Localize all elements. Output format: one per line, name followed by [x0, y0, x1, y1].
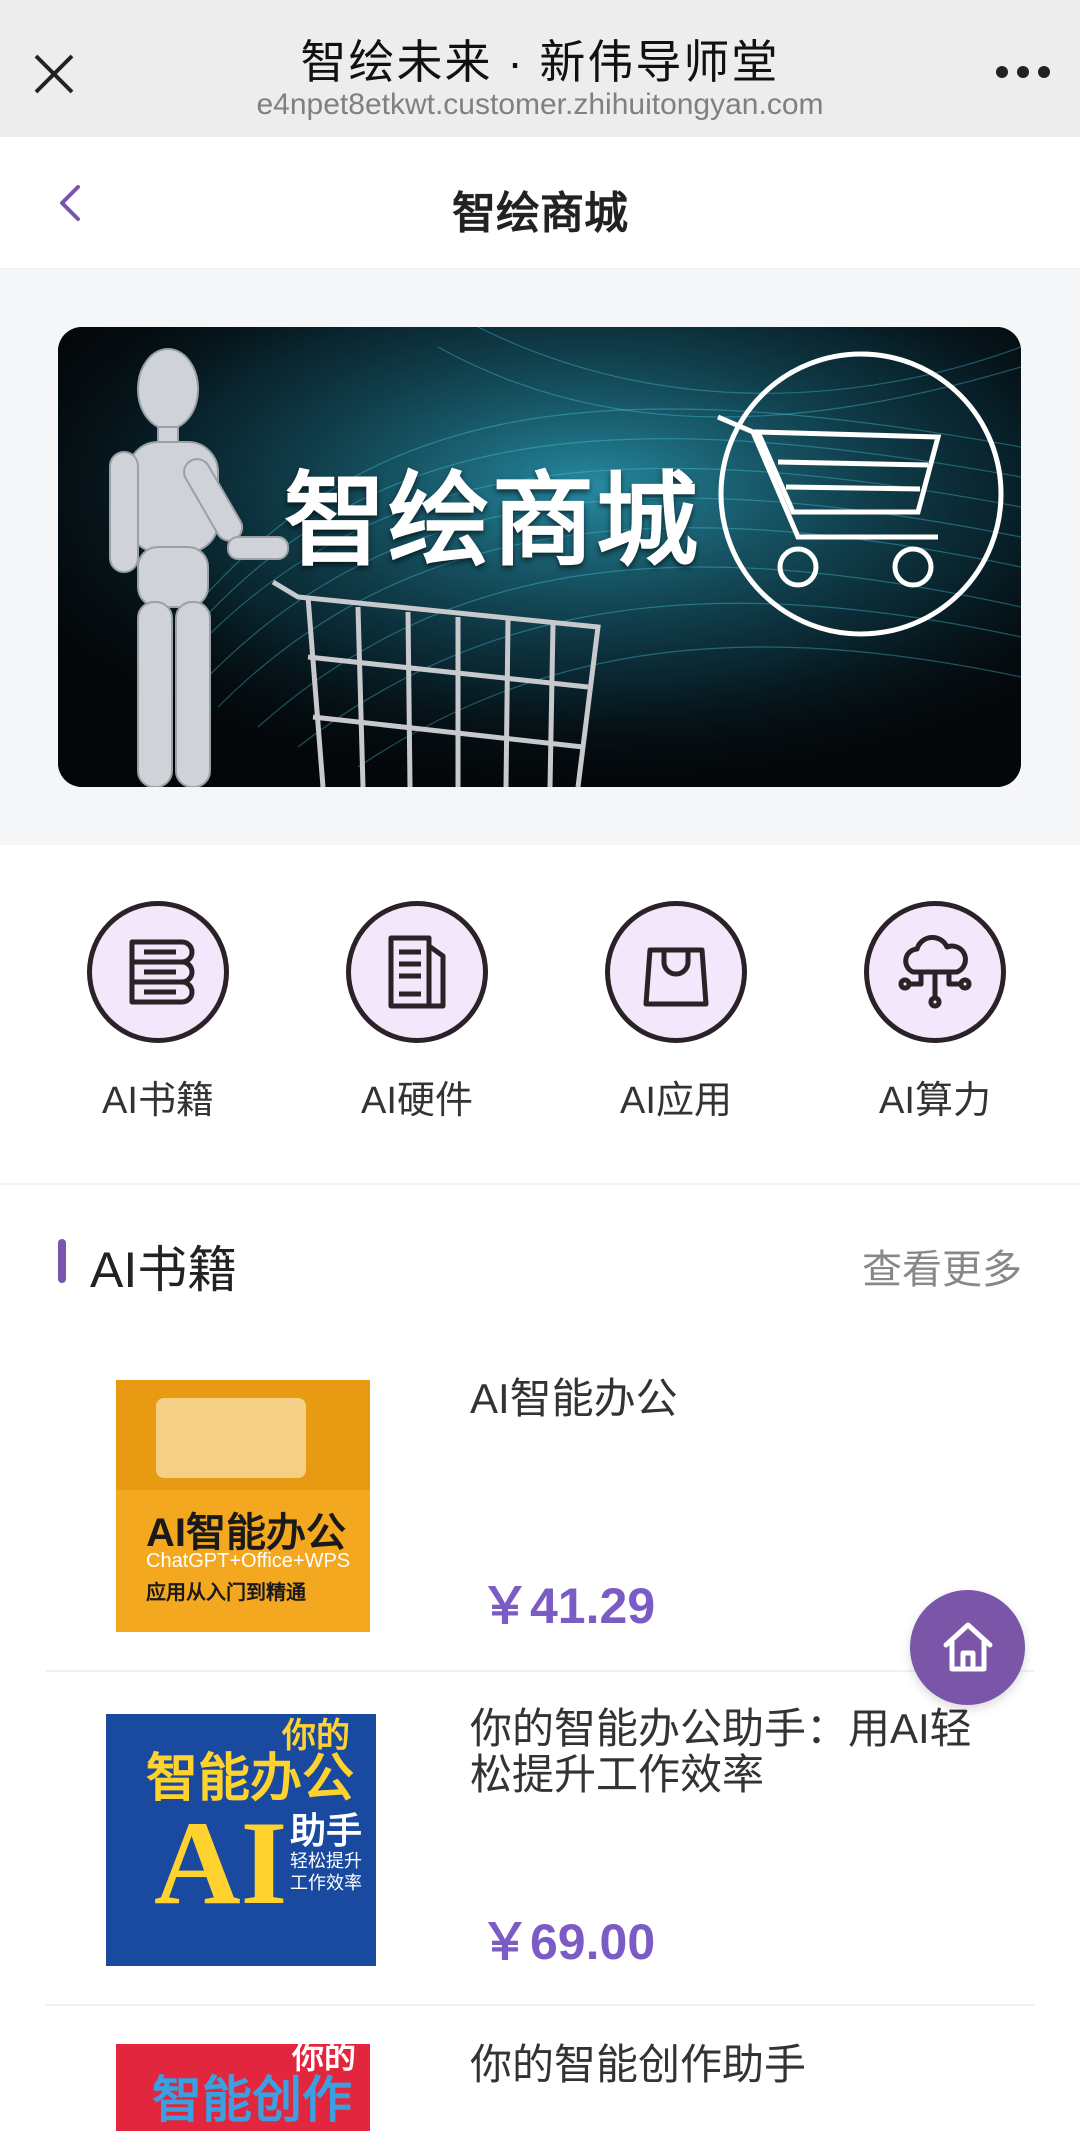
category-ai-compute[interactable]: AI算力 — [835, 901, 1035, 1124]
item-title: AI智能办公 — [470, 1375, 678, 1422]
book-cover: AI智能办公 ChatGPT+Office+WPS 应用从入门到精通 — [116, 1380, 370, 1632]
browser-top-bar: 智绘未来 · 新伟导师堂 e4npet8etkwt.customer.zhihu… — [0, 0, 1080, 137]
page-header: 智绘商城 — [0, 137, 1080, 269]
document-device-icon — [346, 901, 488, 1043]
more-icon[interactable] — [996, 66, 1050, 80]
item-price: ￥41.29 — [480, 1578, 656, 1634]
section-title: AI书籍 — [90, 1242, 238, 1298]
home-icon — [943, 1622, 993, 1672]
book-cover: 你的 智能创作 — [116, 2044, 370, 2131]
item-price: ￥69.00 — [480, 1914, 656, 1970]
category-ai-apps[interactable]: AI应用 — [576, 901, 776, 1124]
category-ai-books[interactable]: AI书籍 — [58, 901, 258, 1124]
list-item[interactable]: 你的 智能创作 你的智能创作助手 — [46, 2006, 1034, 2131]
page-title: 智绘商城 — [452, 189, 628, 238]
category-label: AI应用 — [620, 1080, 732, 1122]
item-title: 你的智能办公助手：用AI轻松提升工作效率 — [470, 1705, 972, 1798]
category-row: AI书籍 AI硬件 AI应用 AI算力 — [0, 845, 1080, 1185]
cloud-network-icon — [864, 901, 1006, 1043]
cover-side: 助手 — [290, 1810, 363, 1851]
cover-line: 轻松提升工作效率 — [290, 1851, 362, 1893]
list-item[interactable]: AI智能办公 ChatGPT+Office+WPS 应用从入门到精通 AI智能办… — [46, 1360, 1034, 1672]
banner-title: 智绘商城 — [284, 462, 700, 581]
cover-line: 应用从入门到精通 — [146, 1582, 306, 1604]
view-more-link[interactable]: 查看更多 — [862, 1237, 1022, 1295]
cover-subtitle: ChatGPT+Office+WPS — [146, 1550, 351, 1572]
section-accent-bar — [58, 1239, 66, 1283]
book-cover: 你的 智能办公 AI 助手 轻松提升工作效率 — [106, 1714, 376, 1966]
window-title: 智绘未来 · 新伟导师堂 — [300, 36, 780, 88]
category-label: AI书籍 — [102, 1080, 214, 1122]
category-ai-hardware[interactable]: AI硬件 — [317, 901, 517, 1124]
category-label: AI硬件 — [361, 1080, 473, 1122]
list-item[interactable]: 你的 智能办公 AI 助手 轻松提升工作效率 你的智能办公助手：用AI轻松提升工… — [46, 1672, 1034, 2006]
page-url: e4npet8etkwt.customer.zhihuitongyan.com — [256, 88, 824, 121]
cover-title: 智能创作 — [152, 2072, 352, 2128]
books-icon — [87, 901, 229, 1043]
category-label: AI算力 — [879, 1080, 991, 1122]
banner[interactable]: 智绘商城 — [58, 327, 1021, 787]
item-title: 你的智能创作助手 — [470, 2041, 807, 2088]
banner-section: 智绘商城 — [0, 269, 1080, 845]
home-button[interactable] — [910, 1590, 1025, 1705]
shopping-bag-icon — [605, 901, 747, 1043]
cover-big: AI — [154, 1796, 288, 1929]
